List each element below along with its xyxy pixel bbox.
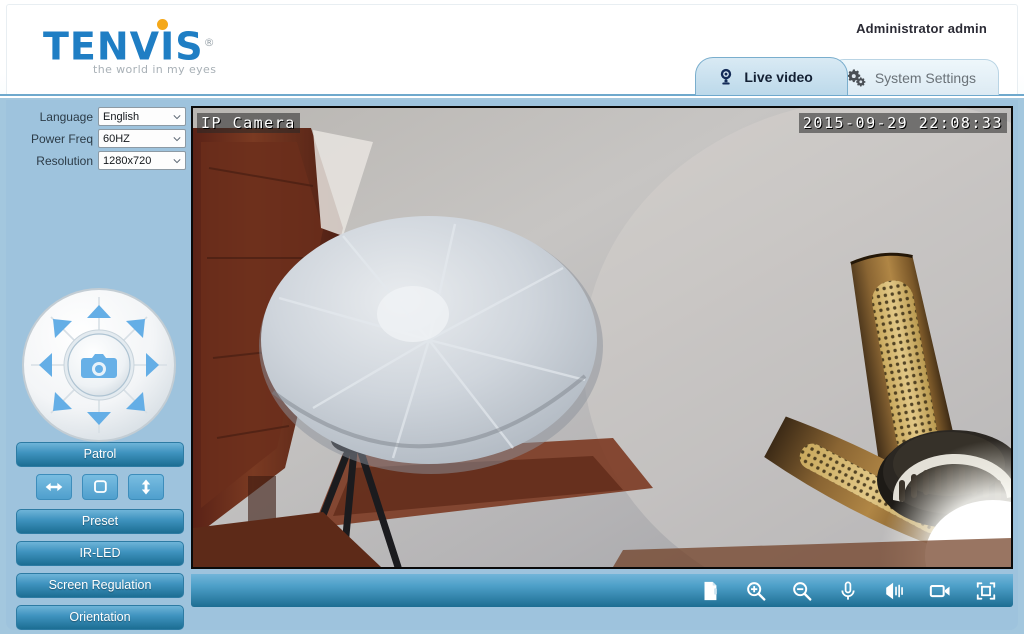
- language-label: Language: [39, 109, 93, 124]
- logo-registered-mark: ®: [203, 36, 216, 49]
- vertical-arrows-icon: [141, 479, 151, 495]
- admin-user-label: Administrator admin: [856, 21, 987, 36]
- webcam-icon: [716, 67, 736, 87]
- power-freq-label: Power Freq: [30, 131, 93, 146]
- setting-row-resolution: Resolution 1280x720: [14, 150, 186, 171]
- zoom-in-icon: [747, 581, 766, 601]
- logo-wordmark: TENVIS®: [43, 19, 216, 67]
- tab-system-settings[interactable]: System Settings: [829, 59, 999, 95]
- page-header: TENVIS® the world in my eyes Administrat…: [0, 0, 1024, 96]
- brand-logo: TENVIS® the world in my eyes: [43, 19, 263, 85]
- microphone-icon: [841, 581, 855, 600]
- page-body: Language English Power Freq 60HZ Resolut…: [0, 98, 1024, 634]
- quick-settings-group: Language English Power Freq 60HZ Resolut…: [14, 106, 186, 172]
- patrol-button[interactable]: Patrol: [16, 442, 184, 467]
- camera-name-overlay: IP Camera: [197, 113, 300, 133]
- tab-live-video[interactable]: Live video: [695, 57, 848, 95]
- gear-icon: [847, 68, 867, 88]
- main-tabs: System Settings Live video: [695, 55, 999, 95]
- power-freq-value: 60HZ: [103, 132, 130, 145]
- resolution-value: 1280x720: [103, 154, 152, 167]
- video-still-image: [193, 108, 1011, 567]
- control-sidebar: Language English Power Freq 60HZ Resolut…: [6, 100, 190, 630]
- speaker-icon: [886, 582, 903, 599]
- snapshot-page-icon: [704, 581, 717, 600]
- language-value: English: [103, 110, 140, 123]
- power-freq-select[interactable]: 60HZ: [98, 129, 186, 148]
- video-record-icon: [929, 584, 950, 597]
- ir-led-button[interactable]: IR-LED: [16, 541, 184, 566]
- ptz-control-wheel[interactable]: [20, 286, 178, 444]
- video-viewport[interactable]: IP Camera 2015-09-29 22:08:33: [191, 106, 1013, 569]
- language-select[interactable]: English: [98, 107, 186, 126]
- record-button[interactable]: [927, 578, 953, 604]
- logo-orange-dot-icon: [157, 19, 168, 30]
- header-inner: TENVIS® the world in my eyes Administrat…: [6, 4, 1018, 95]
- setting-row-power-freq: Power Freq 60HZ: [14, 128, 186, 149]
- logo-tagline: the world in my eyes: [93, 63, 217, 76]
- horizontal-arrows-icon: [45, 482, 63, 492]
- chevron-down-icon: [173, 159, 181, 164]
- zoom-in-button[interactable]: [743, 578, 769, 604]
- resolution-select[interactable]: 1280x720: [98, 151, 186, 170]
- microphone-button[interactable]: [835, 578, 861, 604]
- orientation-button[interactable]: Orientation: [16, 605, 184, 630]
- setting-row-language: Language English: [14, 106, 186, 127]
- tenvis-camera-page: TENVIS® the world in my eyes Administrat…: [0, 0, 1024, 634]
- stop-square-icon: [94, 480, 107, 493]
- stop-scan-button[interactable]: [82, 474, 118, 500]
- fullscreen-icon: [976, 581, 996, 600]
- chevron-down-icon: [173, 137, 181, 142]
- preset-button[interactable]: Preset: [16, 509, 184, 534]
- vertical-scan-button[interactable]: [128, 474, 164, 500]
- fullscreen-button[interactable]: [973, 578, 999, 604]
- sidebar-button-stack: Patrol Preset IR-LED Screen Regulation O…: [14, 442, 186, 634]
- screen-regulation-button[interactable]: Screen Regulation: [16, 573, 184, 598]
- chevron-down-icon: [173, 115, 181, 120]
- speaker-button[interactable]: [881, 578, 907, 604]
- live-video-frame: IP Camera 2015-09-29 22:08:33: [193, 108, 1011, 567]
- scan-button-row: [14, 474, 186, 500]
- resolution-label: Resolution: [36, 153, 93, 168]
- horizontal-scan-button[interactable]: [36, 474, 72, 500]
- zoom-out-icon: [793, 581, 812, 601]
- timestamp-overlay: 2015-09-29 22:08:33: [798, 113, 1007, 133]
- tab-label: Live video: [744, 68, 813, 85]
- zoom-out-button[interactable]: [789, 578, 815, 604]
- video-toolbar: [191, 574, 1013, 607]
- tab-label: System Settings: [874, 69, 976, 86]
- snapshot-button[interactable]: [697, 578, 723, 604]
- body-panel: Language English Power Freq 60HZ Resolut…: [6, 100, 1018, 630]
